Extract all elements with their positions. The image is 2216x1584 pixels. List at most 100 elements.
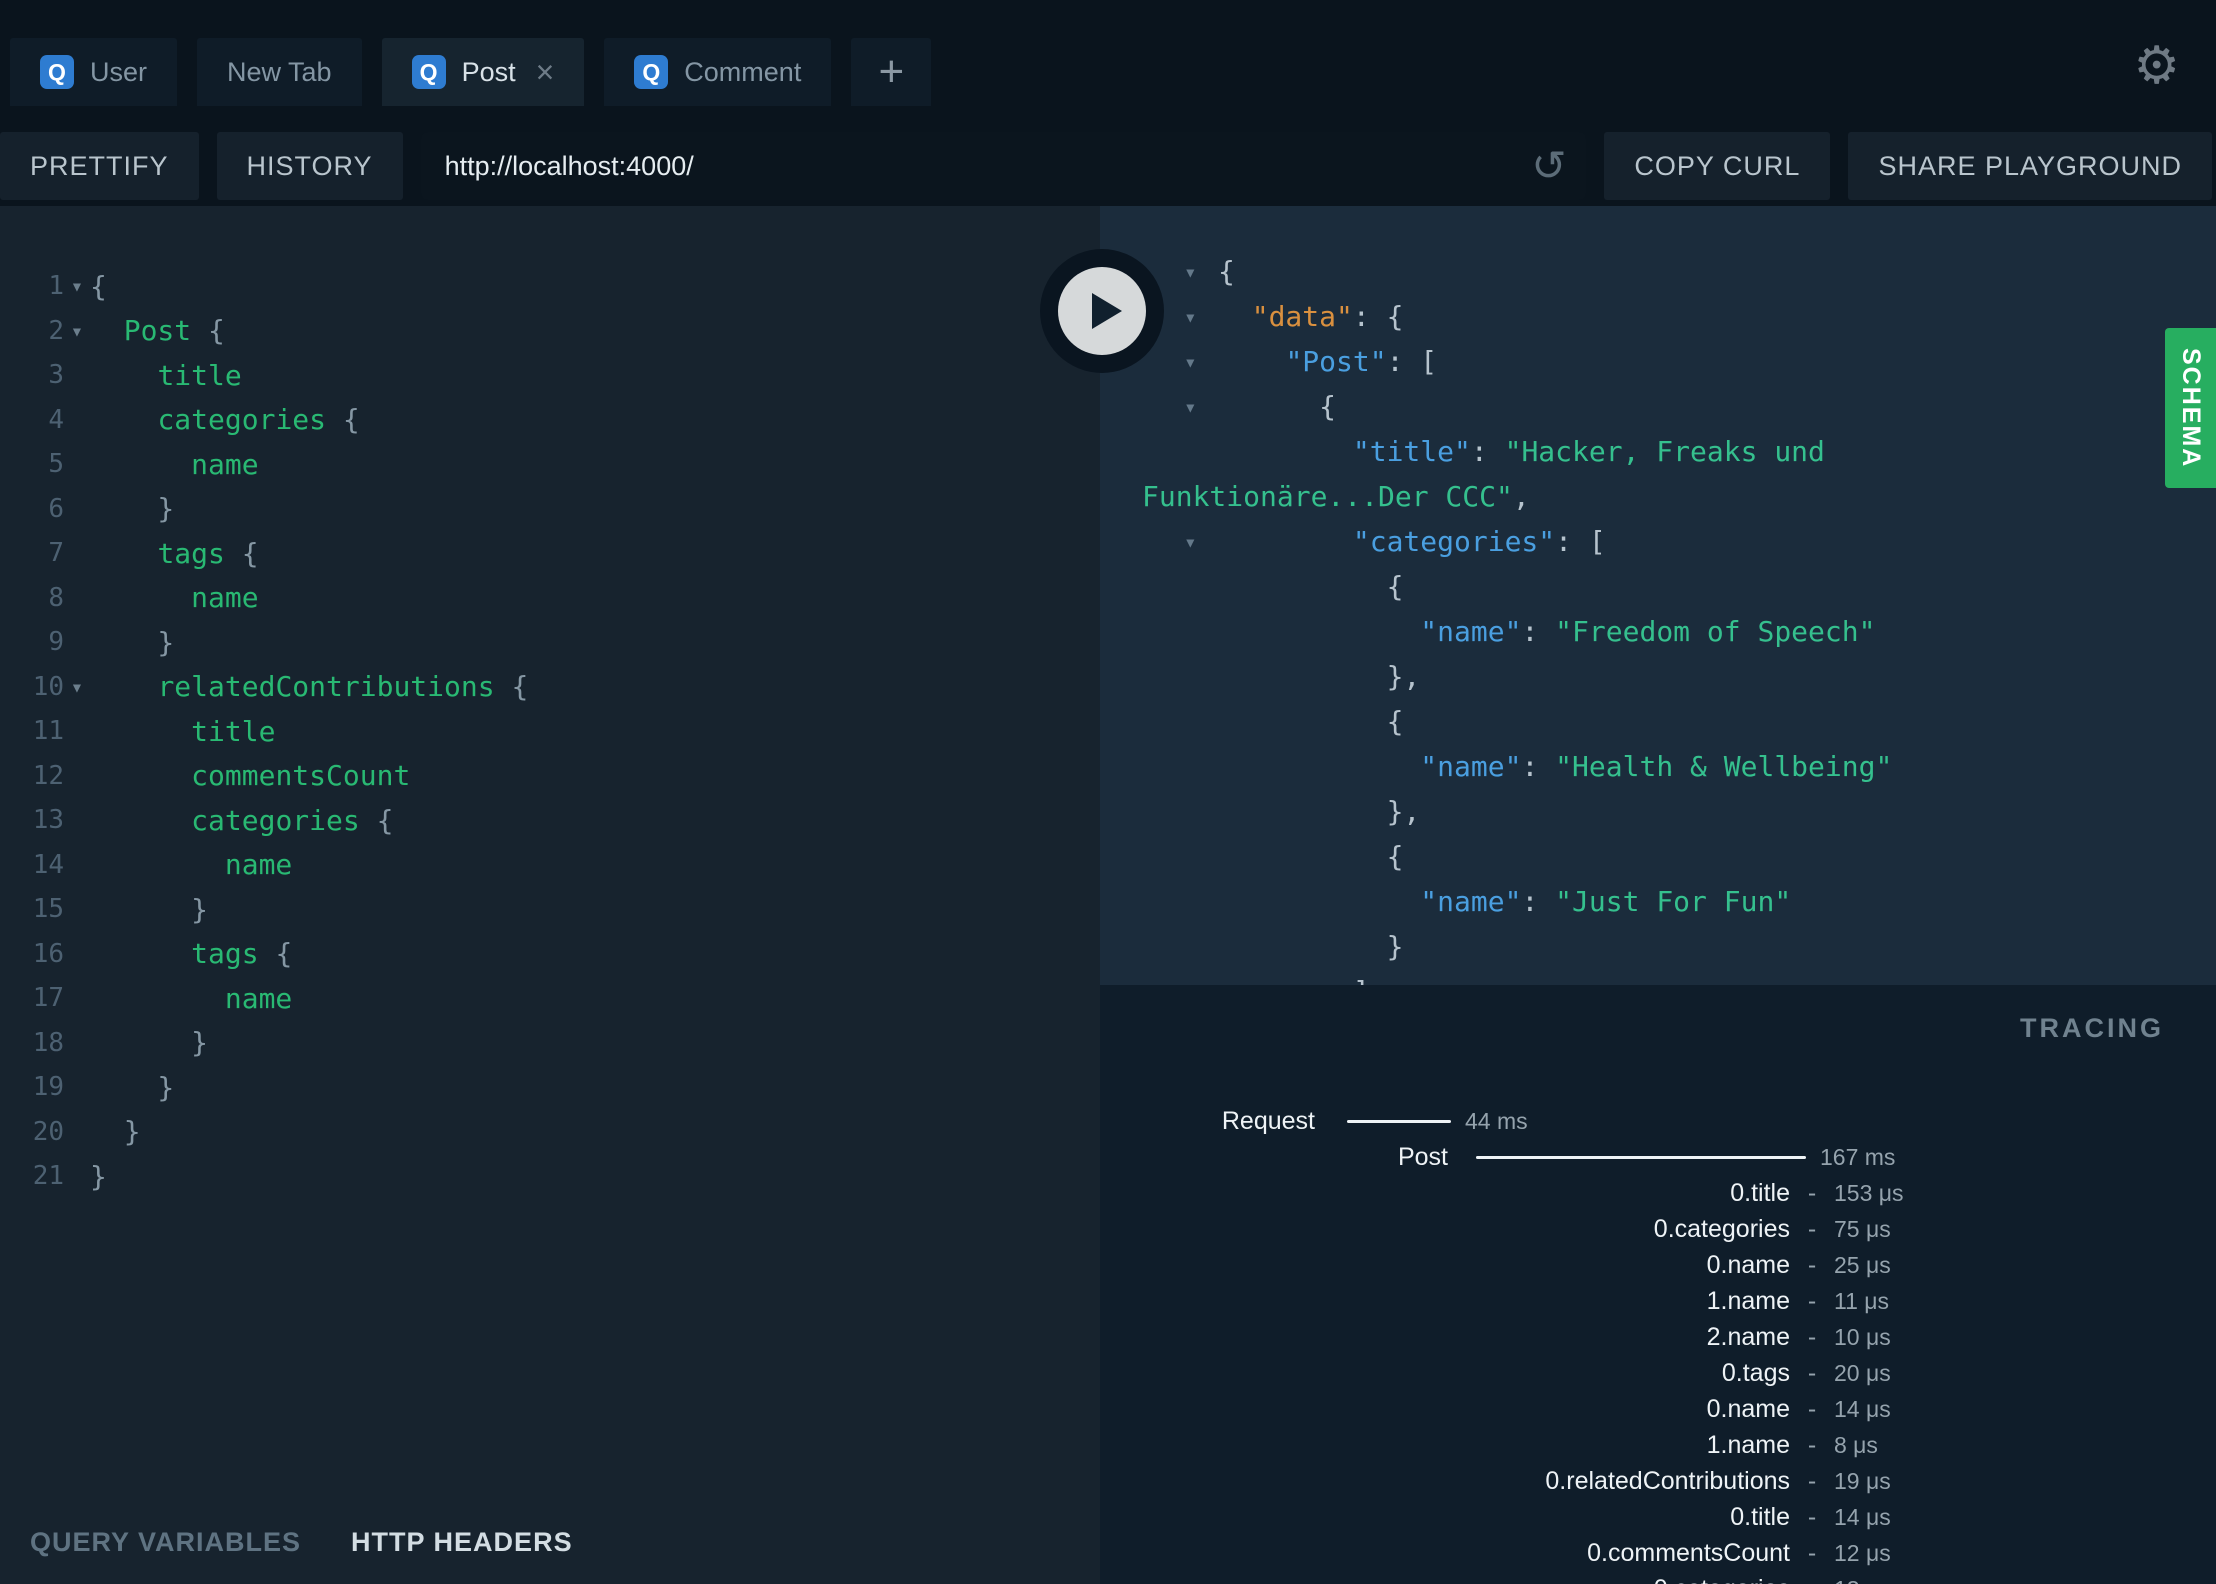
collapse-caret-icon[interactable]: ▾ (1184, 305, 1197, 329)
response-line: { (1218, 840, 1404, 873)
trace-duration: 75 μs (1834, 1215, 1891, 1242)
line-gutter: 21 (0, 1161, 90, 1191)
close-tab-icon[interactable]: × (536, 56, 555, 88)
response-line: ▾ "Post": [ (1184, 345, 1438, 378)
code-text: { (90, 269, 107, 303)
line-gutter: 8 (0, 583, 90, 613)
editor-line: 19 } (0, 1065, 1100, 1110)
trace-duration: 14 μs (1834, 1503, 1891, 1530)
trace-field-label: 0.tags (1721, 1358, 1790, 1387)
fold-caret-icon[interactable]: ▾ (64, 274, 90, 298)
line-number: 12 (32, 760, 64, 791)
trace-dash: - (1807, 1286, 1817, 1315)
reload-schema-icon[interactable]: ↺ (1531, 145, 1566, 187)
tab-label: Post (461, 56, 516, 87)
editor-line: 13 categories { (0, 798, 1100, 843)
collapse-caret-icon[interactable]: ▾ (1184, 530, 1197, 554)
new-tab-button[interactable]: + (851, 38, 932, 106)
fold-caret-icon[interactable]: ▾ (64, 319, 90, 343)
tab-post[interactable]: Q Post × (381, 38, 585, 106)
http-headers-tab[interactable]: HTTP HEADERS (351, 1527, 573, 1558)
editor-line: 4 categories { (0, 398, 1100, 443)
prettify-button[interactable]: PRETTIFY (0, 132, 199, 200)
trace-duration: 20 μs (1834, 1359, 1891, 1386)
trace-request-duration: 44 ms (1465, 1107, 1528, 1134)
line-number: 13 (32, 805, 64, 836)
trace-dash: - (1807, 1322, 1817, 1351)
code-text: title (191, 714, 276, 748)
line-number: 17 (32, 983, 64, 1014)
trace-request-bar (1347, 1119, 1451, 1123)
editor-line: 17 name (0, 976, 1100, 1021)
line-gutter: 7 (0, 538, 90, 568)
code-text: } (90, 625, 175, 659)
collapse-caret-icon[interactable]: ▾ (1184, 260, 1197, 284)
trace-field-label: 0.name (1706, 1394, 1790, 1423)
line-gutter: 15 (0, 894, 90, 924)
trace-row: 0.categories-13 μs (1100, 1571, 2216, 1584)
line-gutter: 18 (0, 1028, 90, 1058)
fold-caret-icon[interactable]: ▾ (64, 675, 90, 699)
settings-gear-icon[interactable]: ⚙ (2133, 40, 2180, 92)
trace-dash: - (1807, 1502, 1817, 1531)
tab-new-tab[interactable]: New Tab (197, 38, 362, 106)
execute-query-button[interactable] (1040, 249, 1164, 373)
editor-line: 10 ▾ relatedContributions { (0, 665, 1100, 710)
editor-line: 7 tags { (0, 531, 1100, 576)
copy-curl-button[interactable]: COPY CURL (1604, 132, 1831, 200)
line-gutter: 12 (0, 761, 90, 791)
response-viewer: ▾{▾ "data": {▾ "Post": [▾ { "title": "Ha… (1100, 206, 2216, 985)
code-text: name (224, 848, 293, 882)
response-line: ▾{ (1184, 255, 1235, 288)
line-number: 18 (32, 1027, 64, 1058)
trace-post-label: Post (1397, 1142, 1448, 1171)
tab-user[interactable]: Q User (10, 38, 178, 106)
share-playground-button[interactable]: SHARE PLAYGROUND (1848, 132, 2212, 200)
tab-label: New Tab (227, 56, 332, 87)
trace-dash: - (1807, 1466, 1817, 1495)
code-text: categories { (157, 403, 360, 437)
editor-line: 11 title (0, 709, 1100, 754)
endpoint-url-input[interactable]: http://localhost:4000/ ↺ (420, 132, 1587, 200)
editor-line: 9 } (0, 620, 1100, 665)
code-text: } (90, 892, 209, 926)
editor-footer: QUERY VARIABLES HTTP HEADERS (0, 1500, 1100, 1584)
response-line: "name": "Just For Fun" (1420, 885, 1792, 918)
results-panel: ▾{▾ "data": {▾ "Post": [▾ { "title": "Ha… (1100, 206, 2216, 1584)
query-editor[interactable]: 1 ▾{2 ▾ Post {3 title 4 categories {5 name 6… (0, 206, 1100, 1500)
query-variables-tab[interactable]: QUERY VARIABLES (30, 1527, 301, 1558)
toolbar: PRETTIFY HISTORY http://localhost:4000/ … (0, 132, 2212, 200)
response-line: { (1218, 570, 1404, 603)
trace-field-label: 1.name (1706, 1430, 1790, 1459)
schema-tab[interactable]: SCHEMA (2165, 328, 2216, 488)
history-button[interactable]: HISTORY (216, 132, 403, 200)
response-line: ▾ { (1184, 390, 1337, 423)
trace-dash: - (1807, 1394, 1817, 1423)
tab-comment[interactable]: Q Comment (604, 38, 832, 106)
trace-row: 0.title -14 μs (1100, 1499, 2216, 1535)
line-gutter: 3 (0, 360, 90, 390)
endpoint-url-value: http://localhost:4000/ (444, 150, 694, 181)
editor-line: 6 } (0, 487, 1100, 532)
trace-request-row: Request 44 ms (1100, 1103, 2216, 1139)
code-text: title (157, 358, 242, 392)
editor-line: 5 name (0, 442, 1100, 487)
line-gutter: 19 (0, 1072, 90, 1102)
editor-line: 14 name (0, 843, 1100, 888)
trace-duration: 10 μs (1834, 1323, 1891, 1350)
trace-row: 0.tags -20 μs (1100, 1355, 2216, 1391)
trace-row: 1.name -11 μs (1100, 1283, 2216, 1319)
line-gutter: 13 (0, 805, 90, 835)
play-icon (1058, 267, 1146, 355)
line-number: 19 (32, 1072, 64, 1103)
tab-label: Comment (684, 56, 802, 87)
trace-duration: 153 μs (1834, 1179, 1904, 1206)
line-number: 2 (48, 315, 64, 346)
collapse-caret-icon[interactable]: ▾ (1184, 395, 1197, 419)
line-gutter: 20 (0, 1117, 90, 1147)
query-badge-icon: Q (40, 55, 74, 89)
line-number: 4 (48, 404, 64, 435)
editor-line: 8 name (0, 576, 1100, 621)
response-line: "name": "Health & Wellbeing" (1420, 750, 1893, 783)
collapse-caret-icon[interactable]: ▾ (1184, 350, 1197, 374)
